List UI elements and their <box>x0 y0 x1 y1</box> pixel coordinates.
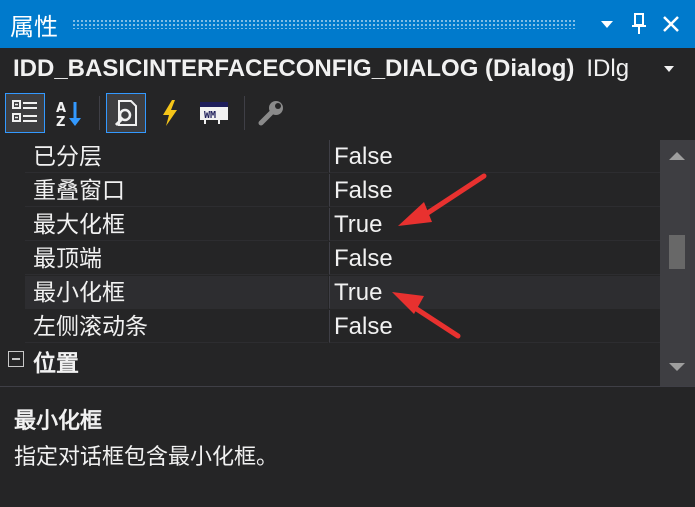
events-button[interactable] <box>150 93 190 133</box>
description-pane: 最小化框 指定对话框包含最小化框。 <box>0 386 695 507</box>
property-value[interactable]: False <box>329 310 660 343</box>
property-row[interactable]: 已分层 False <box>0 140 660 174</box>
properties-icon <box>114 100 137 127</box>
property-row[interactable]: 最顶端 False <box>0 242 660 276</box>
property-grid: 已分层 False 重叠窗口 False 最大化框 True 最顶端 False… <box>0 140 660 386</box>
lightning-icon <box>163 100 177 126</box>
property-name: 最大化框 <box>25 208 328 241</box>
alphabetical-icon: A Z <box>56 101 81 128</box>
toolbar-separator <box>99 96 100 130</box>
pin-button[interactable] <box>623 8 655 40</box>
property-name: 左侧滚动条 <box>25 310 328 343</box>
description-text: 指定对话框包含最小化框。 <box>14 445 279 470</box>
categorized-icon <box>12 100 37 122</box>
property-row-selected[interactable]: 最小化框 True <box>0 276 660 310</box>
object-name: IDD_BASICINTERFACECONFIG_DIALOG (Dialog) <box>13 55 575 82</box>
description-title: 最小化框 <box>14 409 103 434</box>
chevron-down-icon <box>601 21 613 28</box>
dropdown-menu-button[interactable] <box>591 8 623 40</box>
alphabetical-button[interactable]: A Z <box>49 93 89 133</box>
title-drag-grip[interactable] <box>72 19 577 29</box>
properties-toolbar: A Z WM <box>0 90 695 136</box>
property-value[interactable]: False <box>329 242 660 275</box>
svg-text:A: A <box>56 101 66 116</box>
properties-button[interactable] <box>106 93 146 133</box>
svg-text:Z: Z <box>56 115 65 128</box>
chevron-down-icon[interactable] <box>663 65 675 73</box>
object-selector[interactable]: IDD_BASICINTERFACECONFIG_DIALOG (Dialog)… <box>0 48 695 90</box>
panel-title-bar: 属性 <box>0 0 695 48</box>
property-value[interactable]: True <box>329 208 660 241</box>
property-name: 最顶端 <box>25 242 328 275</box>
close-button[interactable] <box>655 8 687 40</box>
category-label: 位置 <box>33 351 79 377</box>
scroll-down-icon[interactable] <box>669 362 685 372</box>
property-row[interactable]: 左侧滚动条 False <box>0 310 660 344</box>
overrides-button[interactable] <box>251 93 291 133</box>
property-value[interactable]: False <box>329 174 660 207</box>
svg-text:WM: WM <box>204 110 216 121</box>
collapse-icon[interactable] <box>8 351 24 367</box>
property-name: 重叠窗口 <box>25 174 328 207</box>
panel-title: 属性 <box>10 12 58 41</box>
object-type: IDlg <box>586 55 630 82</box>
messages-icon: WM <box>200 102 228 124</box>
toolbar-separator <box>244 96 245 130</box>
messages-button[interactable]: WM <box>194 93 234 133</box>
property-name: 已分层 <box>25 140 328 173</box>
scrollbar-thumb[interactable] <box>669 235 685 269</box>
pin-icon <box>632 13 646 34</box>
scroll-up-icon[interactable] <box>669 151 685 161</box>
property-name: 最小化框 <box>25 276 328 309</box>
property-value[interactable]: False <box>329 140 660 173</box>
property-row[interactable]: 最大化框 True <box>0 208 660 242</box>
categorized-button[interactable] <box>5 93 45 133</box>
property-row[interactable]: 重叠窗口 False <box>0 174 660 208</box>
close-icon <box>663 16 679 32</box>
wrench-icon <box>258 101 283 126</box>
partially-hidden-row <box>33 378 333 386</box>
vertical-scrollbar[interactable] <box>660 140 695 386</box>
property-value[interactable]: True <box>329 276 660 309</box>
